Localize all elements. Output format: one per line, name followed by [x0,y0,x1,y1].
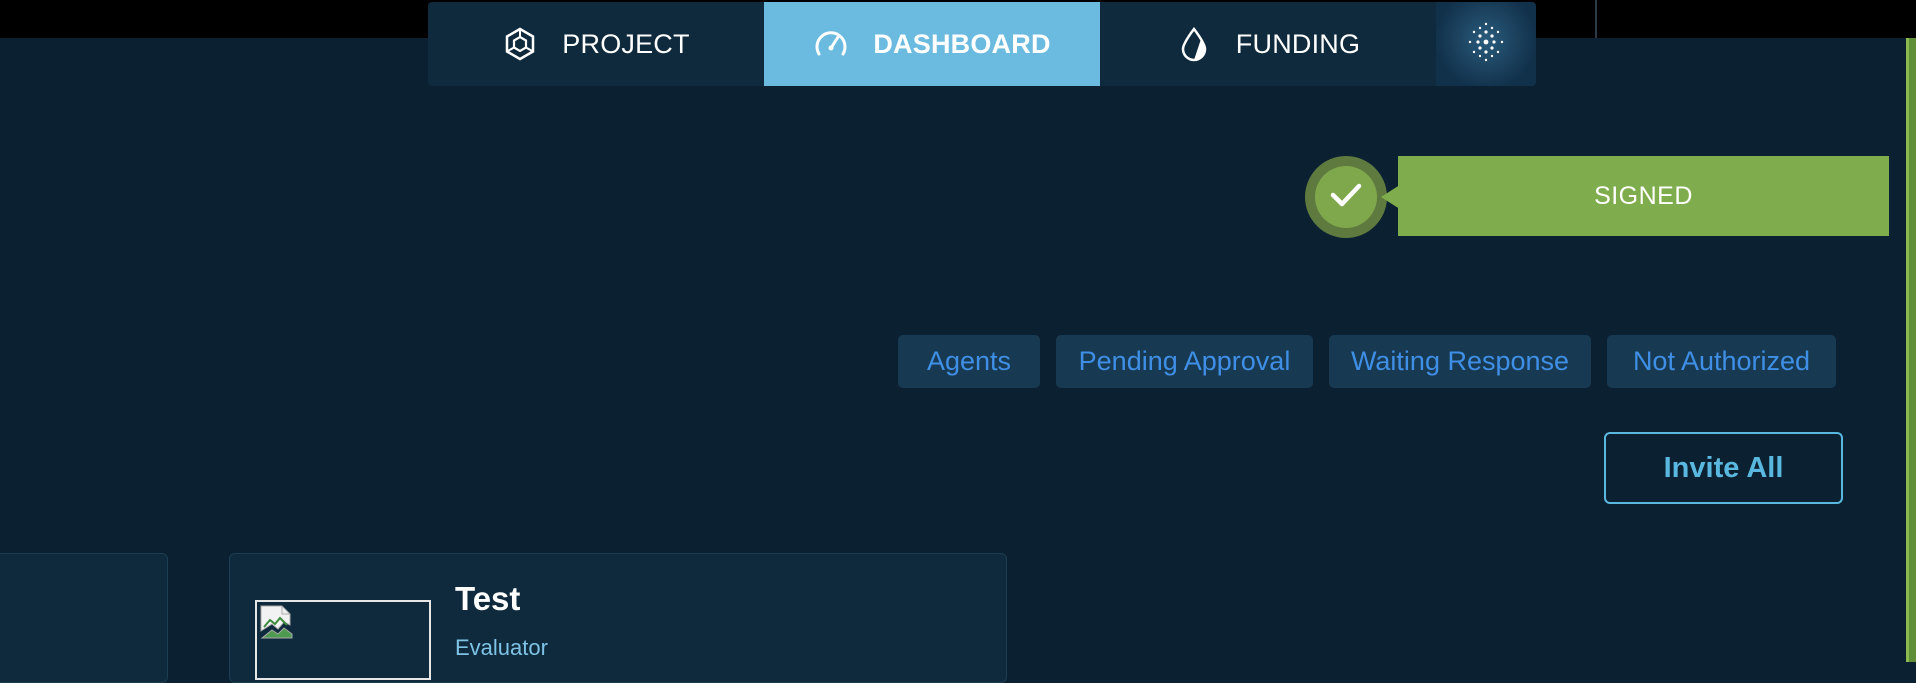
signed-circle [1305,156,1387,238]
check-icon [1330,182,1362,213]
nav-extra-button[interactable] [1436,2,1536,86]
top-bar-divider [1595,0,1597,38]
nav-tab-dashboard[interactable]: DASHBOARD [764,2,1100,86]
nav-tab-funding[interactable]: FUNDING [1100,2,1436,86]
drop-icon [1176,26,1212,62]
participant-card[interactable]: Test Evaluator [229,553,1007,683]
nav-tab-project[interactable]: PROJECT [428,2,764,86]
signed-status-badge: SIGNED [1305,156,1889,238]
filter-not-authorized-button[interactable]: Not Authorized [1607,335,1836,388]
nav-tab-funding-label: FUNDING [1235,28,1361,59]
filter-waiting-response-button[interactable]: Waiting Response [1329,335,1591,388]
filter-pending-approval-button[interactable]: Pending Approval [1056,335,1313,388]
participant-role: Evaluator [455,635,548,660]
speedometer-icon [813,26,849,62]
main-nav: PROJECT DASHBOARD FUNDING [428,2,1536,86]
right-accent-bar [1906,38,1916,662]
broken-image-icon [260,605,294,644]
invite-all-button[interactable]: Invite All [1604,432,1843,504]
project-hex-icon [502,26,538,62]
nav-tab-dashboard-label: DASHBOARD [873,28,1051,59]
participant-card-partial[interactable] [0,553,168,683]
signed-label: SIGNED [1398,156,1889,236]
nav-tab-project-label: PROJECT [562,28,690,59]
participant-name: Test [455,580,521,617]
dot-grid-icon [1462,18,1510,71]
participant-avatar [255,600,431,680]
filter-agents-button[interactable]: Agents [898,335,1040,388]
